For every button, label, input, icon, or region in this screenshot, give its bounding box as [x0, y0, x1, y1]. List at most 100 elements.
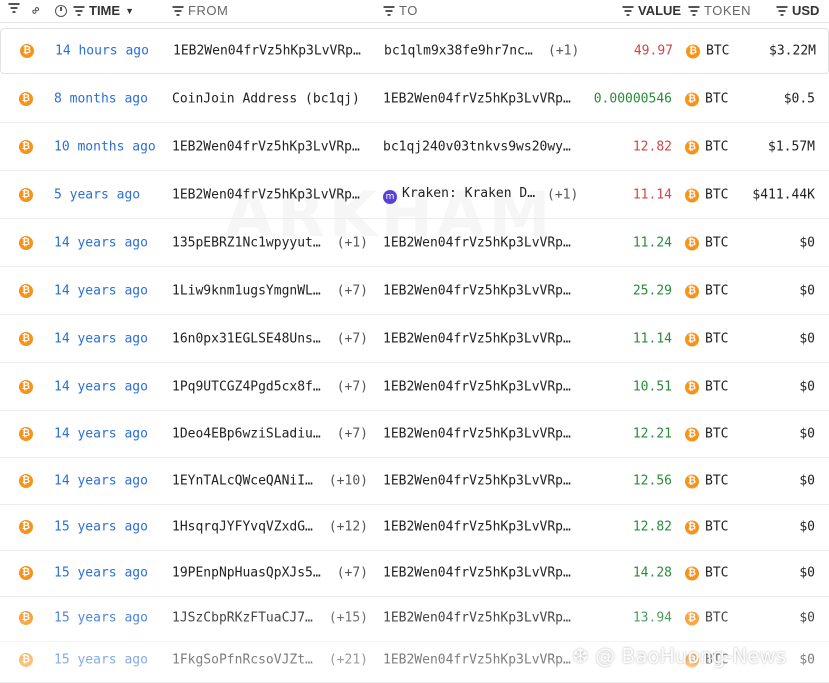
- token-symbol: BTC: [705, 139, 729, 155]
- token-cell[interactable]: ₿ BTC: [685, 520, 728, 535]
- token-cell[interactable]: ₿ BTC: [685, 427, 728, 442]
- link-filter-button[interactable]: ∞: [26, 2, 43, 18]
- to-address[interactable]: 1EB2Wen04frVz5hKp3LvVRp…: [383, 380, 571, 395]
- to-address[interactable]: 1EB2Wen04frVz5hKp3LvVRp…: [383, 92, 571, 107]
- from-address[interactable]: 1Pq9UTCGZ4Pgd5cx8f…: [172, 380, 321, 395]
- btc-icon: ₿: [685, 520, 699, 534]
- time-link[interactable]: 14 years ago: [54, 284, 148, 299]
- to-address[interactable]: 1EB2Wen04frVz5hKp3LvVRp…: [383, 236, 571, 251]
- from-address[interactable]: 16n0px31EGLSE48Uns…: [172, 332, 321, 347]
- from-address[interactable]: 135pEBRZ1Nc1wpyyut…: [172, 236, 321, 251]
- table-row[interactable]: ₿ 15 years ago 1HsqrqJYFYvqVZxdG… (+12) 1EB2…: [0, 504, 829, 551]
- time-link[interactable]: 14 hours ago: [55, 44, 149, 59]
- token-cell[interactable]: ₿ BTC: [686, 44, 729, 59]
- to-address-label: 1EB2Wen04frVz5hKp3LvVRp…: [383, 331, 571, 347]
- time-link[interactable]: 8 months ago: [54, 92, 148, 107]
- time-link[interactable]: 14 years ago: [54, 236, 148, 251]
- from-more-count[interactable]: (+12): [329, 520, 368, 535]
- from-address[interactable]: 19PEnpNpHuasQpXJs5…: [172, 566, 321, 581]
- table-row[interactable]: ₿ 14 years ago 1Deo4EBp6wziSLadiu… (+7) 1EB2…: [0, 411, 829, 458]
- time-link[interactable]: 14 years ago: [54, 380, 148, 395]
- table-row[interactable]: ₿ 14 years ago 1EYnTALcQWceQANiI… (+10) 1EB2…: [0, 458, 829, 505]
- from-address[interactable]: 1EB2Wen04frVz5hKp3LvVRp…: [172, 140, 360, 155]
- token-cell[interactable]: ₿ BTC: [685, 566, 728, 581]
- from-more-count[interactable]: (+7): [337, 332, 368, 347]
- time-link[interactable]: 15 years ago: [54, 566, 148, 581]
- usd-column-header[interactable]: USD: [776, 3, 819, 18]
- time-link[interactable]: 5 years ago: [54, 188, 140, 203]
- value-header-label: VALUE: [638, 3, 682, 18]
- from-more-count[interactable]: (+7): [337, 380, 368, 395]
- time-link[interactable]: 15 years ago: [54, 611, 148, 626]
- from-address[interactable]: 1EYnTALcQWceQANiI…: [172, 474, 313, 489]
- table-row[interactable]: ₿ 14 years ago 1Liw9knm1ugsYmgnWL… (+7) 1EB2…: [0, 268, 829, 315]
- to-column-header[interactable]: TO: [383, 3, 418, 18]
- clock-icon: [55, 4, 67, 17]
- from-address[interactable]: CoinJoin Address (bc1qj): [172, 92, 360, 107]
- table-row[interactable]: ₿ 14 years ago 135pEBRZ1Nc1wpyyut… (+1) 1EB2…: [0, 220, 829, 267]
- value-column-header[interactable]: VALUE: [622, 3, 681, 18]
- table-row[interactable]: ₿ 14 years ago 16n0px31EGLSE48Uns… (+7) 1EB2…: [0, 316, 829, 363]
- from-more-count[interactable]: (+10): [329, 474, 368, 489]
- table-row[interactable]: ₿ 15 years ago 1FkgSoPfnRcsoVJZt… (+21) 1EB2…: [0, 638, 829, 683]
- table-row[interactable]: ₿ 8 months ago CoinJoin Address (bc1qj) 1EB…: [0, 76, 829, 123]
- token-cell[interactable]: ₿ BTC: [685, 653, 728, 668]
- token-cell[interactable]: ₿ BTC: [685, 332, 728, 347]
- to-address[interactable]: 1EB2Wen04frVz5hKp3LvVRp…: [383, 284, 571, 299]
- to-address[interactable]: 1EB2Wen04frVz5hKp3LvVRp…: [383, 474, 571, 489]
- token-cell[interactable]: ₿ BTC: [685, 92, 728, 107]
- from-column-header[interactable]: FROM: [172, 3, 228, 18]
- token-cell[interactable]: ₿ BTC: [685, 284, 728, 299]
- table-row[interactable]: ₿ 15 years ago 19PEnpNpHuasQpXJs5… (+7) 1EB2…: [0, 550, 829, 597]
- to-more-count[interactable]: (+1): [548, 44, 579, 59]
- to-address[interactable]: 1EB2Wen04frVz5hKp3LvVRp…: [383, 653, 571, 668]
- token-cell[interactable]: ₿ BTC: [685, 611, 728, 626]
- to-address[interactable]: 1EB2Wen04frVz5hKp3LvVRp…: [383, 611, 571, 626]
- from-address[interactable]: 1EB2Wen04frVz5hKp3LvVRp…: [172, 188, 360, 203]
- btc-icon: ₿: [19, 236, 33, 250]
- filter-type-button[interactable]: [8, 3, 24, 13]
- from-address[interactable]: 1Deo4EBp6wziSLadiu…: [172, 427, 321, 442]
- to-address[interactable]: 1EB2Wen04frVz5hKp3LvVRp…: [383, 332, 571, 347]
- token-cell[interactable]: ₿ BTC: [685, 236, 728, 251]
- usd-value: $0: [799, 426, 815, 442]
- token-cell[interactable]: ₿ BTC: [685, 474, 728, 489]
- to-address[interactable]: bc1qlm9x38fe9hr7nc…: [384, 44, 533, 59]
- to-address[interactable]: m Kraken: Kraken D…: [383, 186, 535, 204]
- to-address[interactable]: 1EB2Wen04frVz5hKp3LvVRp…: [383, 427, 571, 442]
- to-more-count[interactable]: (+1): [547, 188, 578, 203]
- table-row[interactable]: ₿ 5 years ago 1EB2Wen04frVz5hKp3LvVRp… m Kra…: [0, 172, 829, 219]
- btc-icon: ₿: [19, 427, 33, 441]
- to-address[interactable]: 1EB2Wen04frVz5hKp3LvVRp…: [383, 566, 571, 581]
- from-more-count[interactable]: (+7): [337, 427, 368, 442]
- token-column-header[interactable]: TOKEN: [688, 3, 751, 18]
- table-row[interactable]: ₿ 14 hours ago 1EB2Wen04frVz5hKp3LvVRp… bc1…: [0, 28, 829, 74]
- time-link[interactable]: 14 years ago: [54, 427, 148, 442]
- token-cell[interactable]: ₿ BTC: [685, 140, 728, 155]
- from-address[interactable]: 1JSzCbpRKzFTuaCJ7…: [172, 611, 313, 626]
- from-address[interactable]: 1Liw9knm1ugsYmgnWL…: [172, 284, 321, 299]
- to-address[interactable]: bc1qj240v03tnkvs9ws20wy…: [383, 140, 571, 155]
- time-link[interactable]: 10 months ago: [54, 140, 156, 155]
- time-column-header[interactable]: TIME ▼: [55, 3, 134, 18]
- time-link[interactable]: 14 years ago: [54, 474, 148, 489]
- from-address[interactable]: 1FkgSoPfnRcsoVJZt…: [172, 653, 313, 668]
- from-more-count[interactable]: (+7): [337, 284, 368, 299]
- time-link[interactable]: 14 years ago: [54, 332, 148, 347]
- from-more-count[interactable]: (+7): [337, 566, 368, 581]
- table-row[interactable]: ₿ 10 months ago 1EB2Wen04frVz5hKp3LvVRp… bc…: [0, 124, 829, 171]
- to-address[interactable]: 1EB2Wen04frVz5hKp3LvVRp…: [383, 520, 571, 535]
- token-cell[interactable]: ₿ BTC: [685, 188, 728, 203]
- time-link[interactable]: 15 years ago: [54, 520, 148, 535]
- token-cell[interactable]: ₿ BTC: [685, 380, 728, 395]
- from-more-count[interactable]: (+1): [337, 236, 368, 251]
- time-link[interactable]: 15 years ago: [54, 653, 148, 668]
- from-address[interactable]: 1EB2Wen04frVz5hKp3LvVRp…: [173, 44, 361, 59]
- from-address[interactable]: 1HsqrqJYFYvqVZxdG…: [172, 520, 313, 535]
- table-row[interactable]: ₿ 15 years ago 1JSzCbpRKzFTuaCJ7… (+15) 1EB2…: [0, 595, 829, 642]
- table-row[interactable]: ₿ 14 years ago 1Pq9UTCGZ4Pgd5cx8f… (+7) 1EB2…: [0, 364, 829, 411]
- from-header-label: FROM: [188, 3, 229, 18]
- from-more-count[interactable]: (+15): [329, 611, 368, 626]
- btc-icon: ₿: [685, 140, 699, 154]
- from-more-count[interactable]: (+21): [329, 653, 368, 668]
